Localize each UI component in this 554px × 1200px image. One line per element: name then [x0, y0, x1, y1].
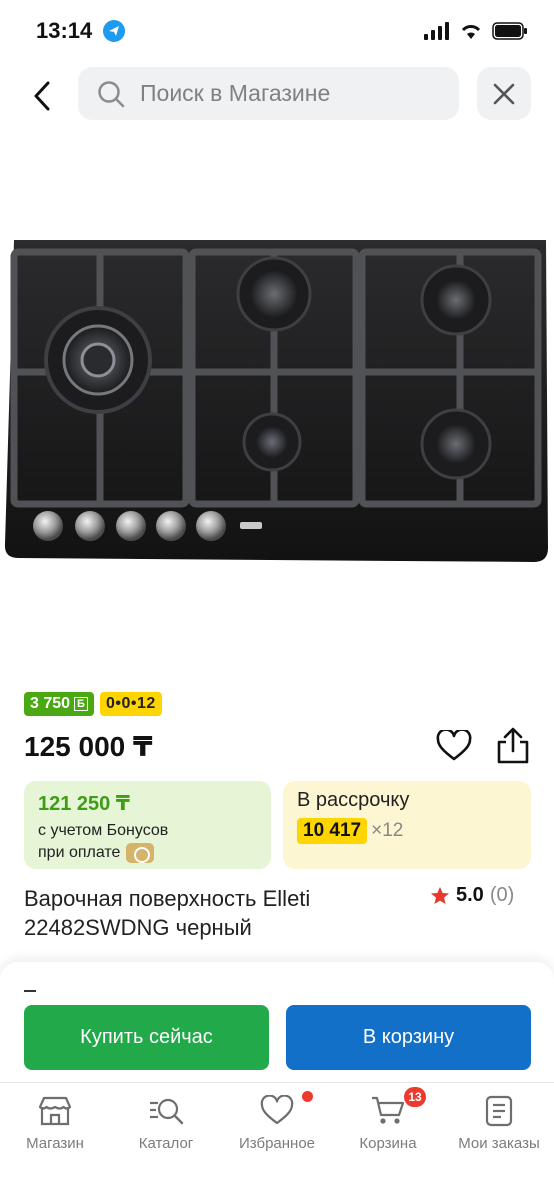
telegram-icon — [103, 20, 125, 42]
share-icon — [497, 727, 529, 764]
tab-label: Магазин — [26, 1135, 84, 1152]
tab-bar: Магазин Каталог Избранное 13 Корзина Мои… — [0, 1082, 554, 1200]
rating[interactable]: 5.0 (0) — [430, 884, 514, 907]
tab-favorites[interactable]: Избранное — [222, 1091, 332, 1152]
bonus-badge: 3 750 Б — [24, 692, 94, 716]
header — [0, 62, 554, 126]
search-input[interactable] — [140, 80, 420, 107]
product-price: 125 000 ₸ — [24, 731, 153, 762]
signal-icon — [424, 22, 449, 40]
star-icon — [431, 886, 449, 904]
heart-icon — [436, 728, 472, 761]
tab-label: Корзина — [359, 1135, 417, 1152]
store-icon — [38, 1096, 72, 1126]
notification-dot — [302, 1091, 313, 1102]
product-title: Варочная поверхность Elleti 22482SWDNG ч… — [24, 886, 311, 940]
tab-label: Избранное — [238, 1135, 316, 1152]
bonus-price: 121 250 ₸ — [38, 793, 130, 815]
status-bar: 13:14 — [0, 0, 554, 62]
bonus-payment-line: при оплате — [38, 843, 257, 863]
tab-label: Каталог — [138, 1135, 194, 1152]
installment-row: 10 417 ×12 — [297, 818, 517, 844]
status-time: 13:14 — [36, 18, 93, 43]
status-icons — [424, 22, 528, 40]
kaspi-gold-icon — [126, 843, 155, 863]
search-icon — [98, 80, 125, 107]
installment-multiplier: ×12 — [371, 820, 404, 841]
review-count: (0) — [489, 884, 515, 906]
tab-label: Мои заказы — [458, 1135, 540, 1152]
cart-count-badge: 13 — [404, 1087, 426, 1107]
bonus-caption: с учетом Бонусов — [38, 822, 169, 839]
tab-store[interactable]: Магазин — [0, 1095, 110, 1152]
catalog-search-icon — [150, 1098, 184, 1125]
installment-amount: 10 417 — [297, 818, 368, 844]
favorite-button[interactable] — [436, 728, 472, 762]
search-box[interactable] — [78, 67, 459, 120]
add-to-cart-button[interactable]: В корзину — [286, 1005, 531, 1070]
tab-orders[interactable]: Мои заказы — [444, 1095, 554, 1152]
installment-title: В рассрочку — [297, 789, 410, 811]
heart-icon — [260, 1095, 294, 1125]
buy-now-button[interactable]: Купить сейчас — [24, 1005, 269, 1070]
wifi-icon — [461, 25, 481, 39]
back-button[interactable] — [22, 76, 62, 116]
action-sheet: Купить сейчас В корзину — [0, 962, 554, 1082]
tab-cart[interactable]: 13 Корзина — [333, 1087, 443, 1152]
gas-hob-image — [4, 240, 548, 562]
promo-badges: 3 750 Б 0•0•12 — [24, 692, 162, 716]
share-button[interactable] — [495, 727, 531, 765]
bonus-price-card[interactable]: 121 250 ₸ с учетом Бонусов при оплате — [24, 781, 271, 869]
close-button[interactable] — [477, 67, 531, 120]
installment-card[interactable]: В рассрочку 10 417 ×12 — [283, 781, 531, 869]
bonus-badge-value: 3 750 — [30, 695, 71, 712]
sheet-dash — [24, 990, 36, 992]
installment-badge: 0•0•12 — [99, 692, 162, 716]
cart-icon — [372, 1096, 405, 1124]
rating-value: 5.0 — [456, 884, 484, 906]
product-image[interactable] — [0, 232, 554, 566]
chevron-left-icon — [34, 81, 50, 111]
battery-icon — [492, 22, 527, 40]
close-icon — [493, 83, 515, 104]
orders-icon — [485, 1095, 513, 1127]
tab-catalog[interactable]: Каталог — [111, 1095, 221, 1152]
bonus-payment-caption: при оплате — [38, 844, 121, 861]
bonus-badge-unit: Б — [74, 697, 88, 711]
